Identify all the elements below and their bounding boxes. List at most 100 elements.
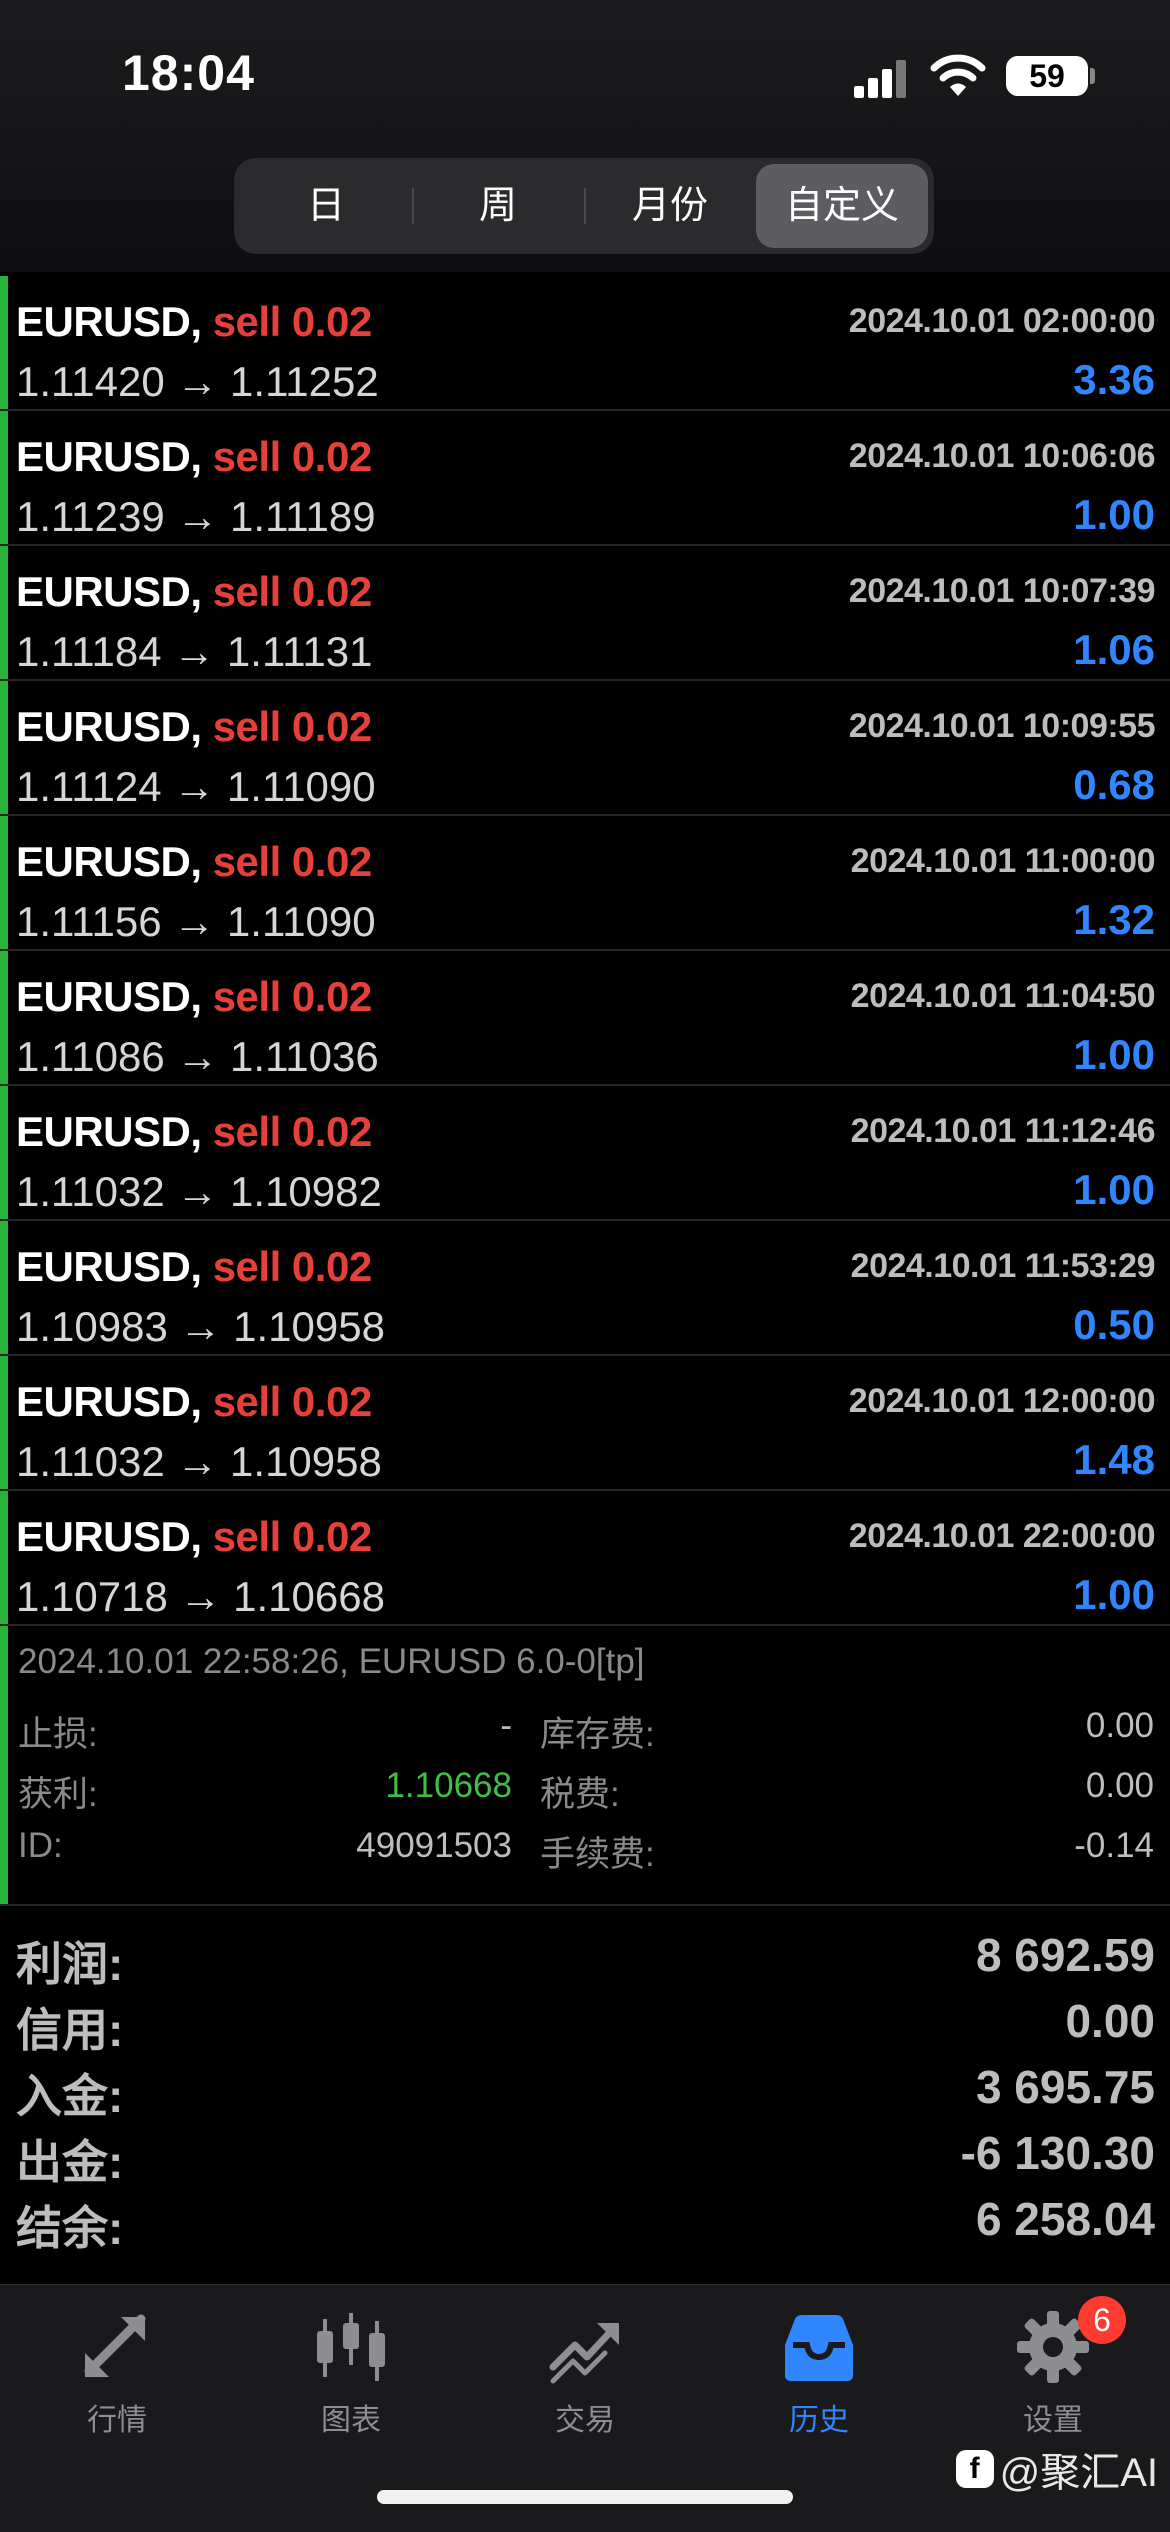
tab-charts-label: 图表 [321, 2404, 381, 2437]
tab-charts[interactable]: 图表 [234, 2305, 468, 2439]
deal-symbol: EURUSD, sell 0.02 [16, 973, 372, 1021]
summary-value: 0.00 [1065, 1995, 1155, 2047]
deal-row[interactable]: EURUSD, sell 0.02 2024.10.01 22:00:00 1.10… [0, 1491, 1170, 1626]
account-summary: 利润: 8 692.59 信用: 0.00 入金: 3 695.75 出金: -6 130.3… [0, 1922, 1170, 2254]
deal-prices: 1.11032 → 1.10958 [16, 1438, 382, 1485]
deal-symbol-text: EURUSD, [16, 568, 202, 615]
deal-profit: 3.36 [1073, 356, 1155, 403]
summary-value: 6 258.04 [975, 2193, 1155, 2245]
deal-profit: 1.06 [1073, 626, 1155, 673]
summary-label: 入金: [16, 2070, 124, 2122]
deal-datetime: 2024.10.01 02:00:00 [848, 302, 1156, 340]
swap-label: 库存费: [540, 1715, 655, 1754]
deal-symbol-text: EURUSD, [16, 433, 202, 480]
deal-datetime: 2024.10.01 11:00:00 [850, 842, 1156, 880]
deal-prices: 1.10718 → 1.10668 [16, 1573, 385, 1620]
deal-symbol: EURUSD, sell 0.02 [16, 1378, 372, 1426]
deal-row[interactable]: EURUSD, sell 0.02 2024.10.01 11:04:50 1.11… [0, 951, 1170, 1086]
summary-label: 信用: [16, 2004, 124, 2056]
tab-settings[interactable]: 设置 [936, 2305, 1170, 2439]
deal-row[interactable]: EURUSD, sell 0.02 2024.10.01 12:00:00 1.11… [0, 1356, 1170, 1491]
top-header: 18:04 59 日 周 月份 自定义 [0, 0, 1170, 272]
deal-symbol: EURUSD, sell 0.02 [16, 703, 372, 751]
summary-row: 结余: 6 258.04 [0, 2186, 1170, 2254]
deal-row[interactable]: EURUSD, sell 0.02 2024.10.01 10:07:39 1.11… [0, 546, 1170, 681]
deal-prices: 1.11156 → 1.11090 [16, 898, 376, 945]
deal-symbol: EURUSD, sell 0.02 [16, 838, 372, 886]
deal-side: sell 0.02 [212, 703, 372, 750]
summary-row: 出金: -6 130.30 [0, 2120, 1170, 2188]
deal-side: sell 0.02 [212, 298, 372, 345]
tab-trade-label: 交易 [555, 2404, 615, 2437]
deal-profit: 1.00 [1073, 1031, 1155, 1078]
deal-row[interactable]: EURUSD, sell 0.02 2024.10.01 11:12:46 1.11… [0, 1086, 1170, 1221]
deal-row[interactable]: EURUSD, sell 0.02 2024.10.01 10:06:06 1.11… [0, 411, 1170, 546]
deal-side: sell 0.02 [212, 568, 372, 615]
deal-symbol: EURUSD, sell 0.02 [16, 433, 372, 481]
deal-profit: 1.00 [1073, 491, 1155, 538]
deal-side: sell 0.02 [212, 1108, 372, 1155]
battery-cap [1090, 68, 1095, 84]
stop-loss-label: 止损: [18, 1715, 98, 1754]
summary-label: 结余: [16, 2202, 124, 2254]
quotes-arrows-icon [84, 2314, 146, 2377]
deal-detail[interactable]: 2024.10.01 22:58:26, EURUSD 6.0-0[tp] 止损:… [0, 1626, 1170, 1906]
deal-profit: 1.48 [1073, 1436, 1155, 1483]
deal-symbol-text: EURUSD, [16, 973, 202, 1020]
watermark-logo-icon: f [955, 2450, 994, 2488]
watermark-text: @聚汇AI [999, 2451, 1158, 2495]
battery-icon: 59 [1006, 56, 1088, 96]
watermark: f @聚汇AI [955, 2440, 1158, 2498]
tab-quotes-label: 行情 [87, 2404, 147, 2437]
tab-history-label: 历史 [789, 2404, 849, 2437]
deal-datetime: 2024.10.01 10:07:39 [848, 572, 1156, 610]
deal-profit: 1.00 [1073, 1166, 1155, 1213]
settings-badge: 6 [1078, 2296, 1126, 2344]
deal-symbol-text: EURUSD, [16, 298, 202, 345]
deal-row[interactable]: EURUSD, sell 0.02 2024.10.01 10:09:55 1.11… [0, 681, 1170, 816]
tab-week[interactable]: 周 [412, 164, 584, 248]
deal-prices: 1.10983 → 1.10958 [16, 1303, 385, 1350]
tab-quotes[interactable]: 行情 [0, 2305, 234, 2439]
deal-datetime: 2024.10.01 12:00:00 [848, 1382, 1156, 1420]
deal-symbol: EURUSD, sell 0.02 [16, 1243, 372, 1291]
deal-datetime: 2024.10.01 10:09:55 [848, 707, 1156, 745]
deal-prices: 1.11239 → 1.11189 [16, 493, 376, 540]
tab-history[interactable]: 历史 [702, 2305, 936, 2439]
deal-row[interactable]: EURUSD, sell 0.02 2024.10.01 11:53:29 1.10… [0, 1221, 1170, 1356]
swap-value: 0.00 [1085, 1706, 1154, 1745]
stop-loss-value: - [500, 1706, 512, 1745]
deal-symbol-text: EURUSD, [16, 1378, 202, 1425]
deal-side: sell 0.02 [212, 973, 372, 1020]
summary-label: 利润: [16, 1938, 124, 1990]
deal-symbol: EURUSD, sell 0.02 [16, 1108, 372, 1156]
tab-month[interactable]: 月份 [584, 164, 756, 248]
deal-side: sell 0.02 [212, 1378, 372, 1425]
deal-row[interactable]: EURUSD, sell 0.02 2024.10.01 11:00:00 1.11… [0, 816, 1170, 951]
deal-row[interactable]: EURUSD, sell 0.02 2024.10.01 02:00:00 1.11… [0, 276, 1170, 411]
summary-value: 3 695.75 [975, 2061, 1155, 2113]
detail-header: 2024.10.01 22:58:26, EURUSD 6.0-0[tp] [18, 1642, 645, 1681]
deal-side: sell 0.02 [212, 838, 372, 885]
deal-symbol-text: EURUSD, [16, 703, 202, 750]
signal-icon [854, 58, 908, 98]
deal-side: sell 0.02 [212, 1513, 372, 1560]
summary-value: 8 692.59 [975, 1929, 1155, 1981]
deal-profit: 0.68 [1073, 761, 1155, 808]
take-profit-value: 1.10668 [385, 1766, 512, 1805]
deal-symbol-text: EURUSD, [16, 1513, 202, 1560]
tax-label: 税费: [540, 1775, 620, 1814]
home-indicator[interactable] [377, 2490, 793, 2504]
candlestick-chart-icon [317, 2313, 385, 2381]
tab-day[interactable]: 日 [240, 164, 412, 248]
summary-row: 利润: 8 692.59 [0, 1922, 1170, 1990]
deal-profit: 1.32 [1073, 896, 1155, 943]
tab-trade[interactable]: 交易 [468, 2305, 702, 2439]
tab-custom[interactable]: 自定义 [756, 164, 928, 248]
deal-datetime: 2024.10.01 11:04:50 [850, 977, 1156, 1015]
status-time: 18:04 [122, 45, 255, 101]
trade-trend-icon [549, 2323, 619, 2384]
deal-side: sell 0.02 [212, 1243, 372, 1290]
tab-settings-label: 设置 [1023, 2404, 1083, 2437]
commission-value: -0.14 [1074, 1826, 1154, 1865]
